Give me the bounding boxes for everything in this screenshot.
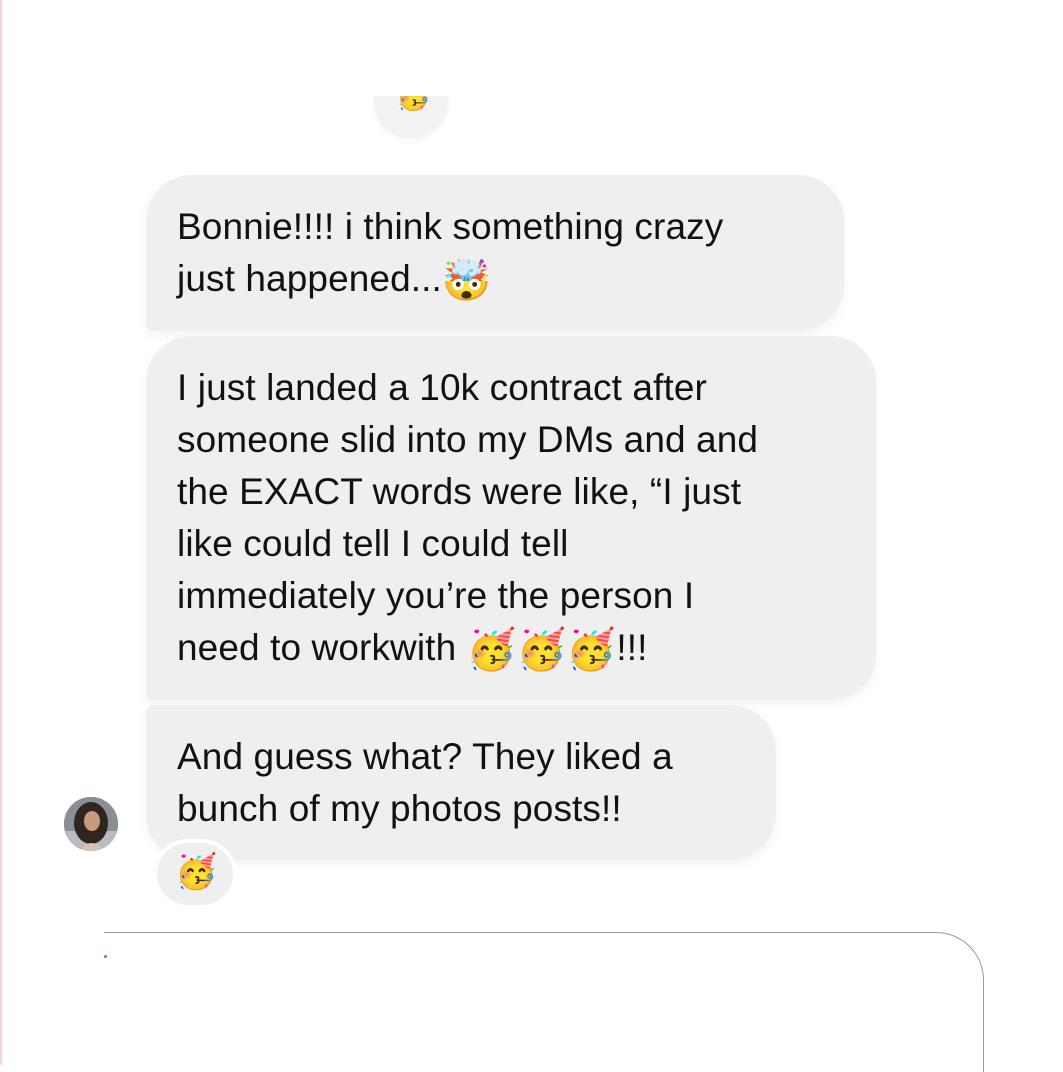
message-bubble-1[interactable]: Bonnie!!!! i think something crazy just … xyxy=(146,175,844,331)
message-bubble-3[interactable]: And guess what? They liked a bunch of my… xyxy=(146,705,776,860)
exploding-head-icon: 🤯 xyxy=(441,259,492,303)
left-edge-border xyxy=(0,0,2,1065)
message-line: And guess what? They liked a xyxy=(177,736,673,777)
message-text: !!! xyxy=(616,627,648,668)
message-bubble-2[interactable]: I just landed a 10k contract after someo… xyxy=(146,336,876,700)
message-composer[interactable] xyxy=(104,932,984,1072)
message-line: someone slid into my DMs and and xyxy=(177,419,759,460)
avatar-photo xyxy=(64,797,118,851)
partying-face-icon: 🥳 xyxy=(175,853,218,891)
message-reaction[interactable]: 🥳 xyxy=(157,843,233,905)
previous-message-reaction[interactable]: 🥳 xyxy=(374,96,448,138)
message-line: just happened...🤯 xyxy=(177,253,814,305)
message-line: immediately you’re the person I xyxy=(177,575,695,616)
message-line: I just landed a 10k contract after xyxy=(177,367,707,408)
partying-face-icon: 🥳🥳🥳 xyxy=(466,628,617,672)
message-line: need to workwith 🥳🥳🥳!!! xyxy=(177,622,846,674)
message-line: like could tell I could tell xyxy=(177,523,569,564)
message-line: the EXACT words were like, “I just xyxy=(177,471,742,512)
message-line: bunch of my photos posts!! xyxy=(177,788,622,829)
partying-face-icon: 🥳 xyxy=(396,96,431,110)
avatar[interactable] xyxy=(64,797,118,851)
message-text: need to workwith xyxy=(177,627,467,668)
message-text: just happened... xyxy=(177,258,442,299)
message-line: Bonnie!!!! i think something crazy xyxy=(177,206,724,247)
text-cursor xyxy=(104,955,107,958)
